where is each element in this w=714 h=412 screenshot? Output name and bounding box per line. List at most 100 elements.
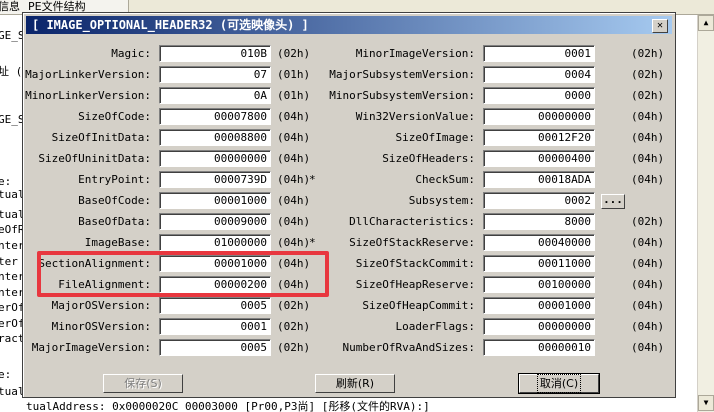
field-size-label: (01h) (277, 89, 311, 102)
field-value-input[interactable]: 0005 (159, 339, 271, 356)
field-size-label: (02h) (277, 320, 311, 333)
field-value-input[interactable]: 00009000 (159, 213, 271, 230)
field-label: SizeOfCode: (78, 110, 151, 123)
field-label: SizeOfHeapReserve: (355, 278, 475, 291)
background-text-fragment: erOf (0, 317, 25, 330)
field-label: FileAlignment: (58, 278, 151, 291)
optional-header-dialog: [ IMAGE_OPTIONAL_HEADER32 (可选映像头) ] ✕ Ma… (22, 12, 676, 398)
field-value-input[interactable]: 0001 (159, 318, 271, 335)
field-size-label: (02h) (631, 47, 665, 60)
background-text-fragment: e: (0, 175, 12, 188)
field-value-input[interactable]: 00008800 (159, 129, 271, 146)
background-text-fragment: GE_S (0, 29, 25, 42)
scroll-up-arrow-icon[interactable]: ▲ (698, 15, 714, 31)
field-size-label: (04h) (631, 152, 665, 165)
field-value-input[interactable]: 00007800 (159, 108, 271, 125)
field-size-label: (04h) (631, 131, 665, 144)
field-size-label: (04h) (631, 320, 665, 333)
background-text-fragment: eOfR (0, 223, 25, 236)
field-value-input[interactable]: 00040000 (483, 234, 595, 251)
field-label: MinorOSVersion: (51, 320, 151, 333)
field-label: Win32VersionValue: (355, 110, 475, 123)
field-value-input[interactable]: 00011000 (483, 255, 595, 272)
field-size-label: (04h) (277, 194, 311, 207)
field-value-input[interactable]: 0000739D (159, 171, 271, 188)
cancel-button-label: 取消(C) (536, 374, 582, 393)
background-text-fragment: tual (0, 208, 25, 221)
field-value-input[interactable]: 0000 (483, 87, 595, 104)
background-text-fragment: nter (0, 270, 25, 283)
field-value-input[interactable]: 0004 (483, 66, 595, 83)
field-value-input[interactable]: 0005 (159, 297, 271, 314)
field-value-input[interactable]: 00000400 (483, 150, 595, 167)
field-label: DllCharacteristics: (349, 215, 475, 228)
field-size-label: (04h) (277, 278, 311, 291)
background-text-fragment: nter (0, 239, 25, 252)
background-scrollbar[interactable]: ▲ ▼ (697, 15, 714, 412)
field-value-input[interactable]: 00000000 (483, 318, 595, 335)
background-text-fragment: tual (0, 385, 25, 398)
save-button[interactable]: 保存(S) (103, 374, 183, 393)
field-label: SizeOfStackCommit: (355, 257, 475, 270)
field-value-input[interactable]: 00000010 (483, 339, 595, 356)
field-value-input[interactable]: 00000000 (159, 150, 271, 167)
dialog-title: [ IMAGE_OPTIONAL_HEADER32 (可选映像头) ] (32, 18, 309, 32)
field-value-input[interactable]: 010B (159, 45, 271, 62)
field-label: MinorImageVersion: (355, 47, 475, 60)
field-label: SizeOfInitData: (51, 131, 151, 144)
background-text-fragment: nter (0, 286, 25, 299)
field-size-label: (02h) (631, 215, 665, 228)
field-label: SizeOfStackReserve: (349, 236, 475, 249)
field-size-label: (04h) (277, 131, 311, 144)
field-value-input[interactable]: 0002 (483, 192, 595, 209)
field-label: MajorLinkerVersion: (25, 68, 151, 81)
field-size-label: (04h) (277, 152, 311, 165)
field-label: MajorImageVersion: (31, 341, 151, 354)
background-text-fragment: erOf (0, 301, 25, 314)
background-text-fragment: ter (0, 255, 18, 268)
field-label: MinorSubsystemVersion: (329, 89, 475, 102)
field-size-label: (02h) (631, 89, 665, 102)
field-value-input[interactable]: 00018ADA (483, 171, 595, 188)
field-size-label: (04h) (631, 173, 665, 186)
field-size-label: (02h) (277, 341, 311, 354)
field-value-input[interactable]: 0001 (483, 45, 595, 62)
field-value-input[interactable]: 0A (159, 87, 271, 104)
field-value-input[interactable]: 07 (159, 66, 271, 83)
field-size-label: (02h) (277, 299, 311, 312)
field-size-label: (04h) (277, 110, 311, 123)
field-value-input[interactable]: 00001000 (159, 192, 271, 209)
field-value-input[interactable]: 00001000 (483, 297, 595, 314)
field-label: MajorOSVersion: (51, 299, 151, 312)
field-value-input[interactable]: 01000000 (159, 234, 271, 251)
field-value-input[interactable]: 00000200 (159, 276, 271, 293)
field-label: EntryPoint: (78, 173, 151, 186)
field-label: MajorSubsystemVersion: (329, 68, 475, 81)
field-value-input[interactable]: 00000000 (483, 108, 595, 125)
close-icon[interactable]: ✕ (652, 19, 668, 33)
field-size-label: (04h) (631, 278, 665, 291)
field-label: SizeOfHeaders: (382, 152, 475, 165)
field-size-label: (04h) (277, 215, 311, 228)
field-size-label: (04h) (631, 236, 665, 249)
field-size-label: (02h) (277, 47, 311, 60)
field-value-input[interactable]: 00100000 (483, 276, 595, 293)
field-size-label: (04h) (631, 110, 665, 123)
background-text-fragment: tual (0, 188, 25, 201)
field-value-input[interactable]: 00012F20 (483, 129, 595, 146)
field-size-label: (04h) (277, 173, 311, 186)
scroll-down-arrow-icon[interactable]: ▼ (698, 395, 714, 411)
field-label: BaseOfData: (78, 215, 151, 228)
dialog-titlebar[interactable]: [ IMAGE_OPTIONAL_HEADER32 (可选映像头) ] ✕ (26, 16, 672, 34)
refresh-button-label: 刷新(R) (335, 377, 375, 390)
field-label: NumberOfRvaAndSizes: (342, 341, 475, 354)
cancel-button[interactable]: 取消(C) (518, 373, 600, 394)
field-value-input[interactable]: 00001000 (159, 255, 271, 272)
refresh-button[interactable]: 刷新(R) (315, 374, 395, 393)
field-size-label: (01h) (277, 68, 311, 81)
field-value-input[interactable]: 8000 (483, 213, 595, 230)
subsystem-browse-button[interactable]: ... (601, 194, 625, 209)
field-size-label: (04h) (631, 299, 665, 312)
field-label: MinorLinkerVersion: (25, 89, 151, 102)
field-label: SizeOfUninitData: (38, 152, 151, 165)
